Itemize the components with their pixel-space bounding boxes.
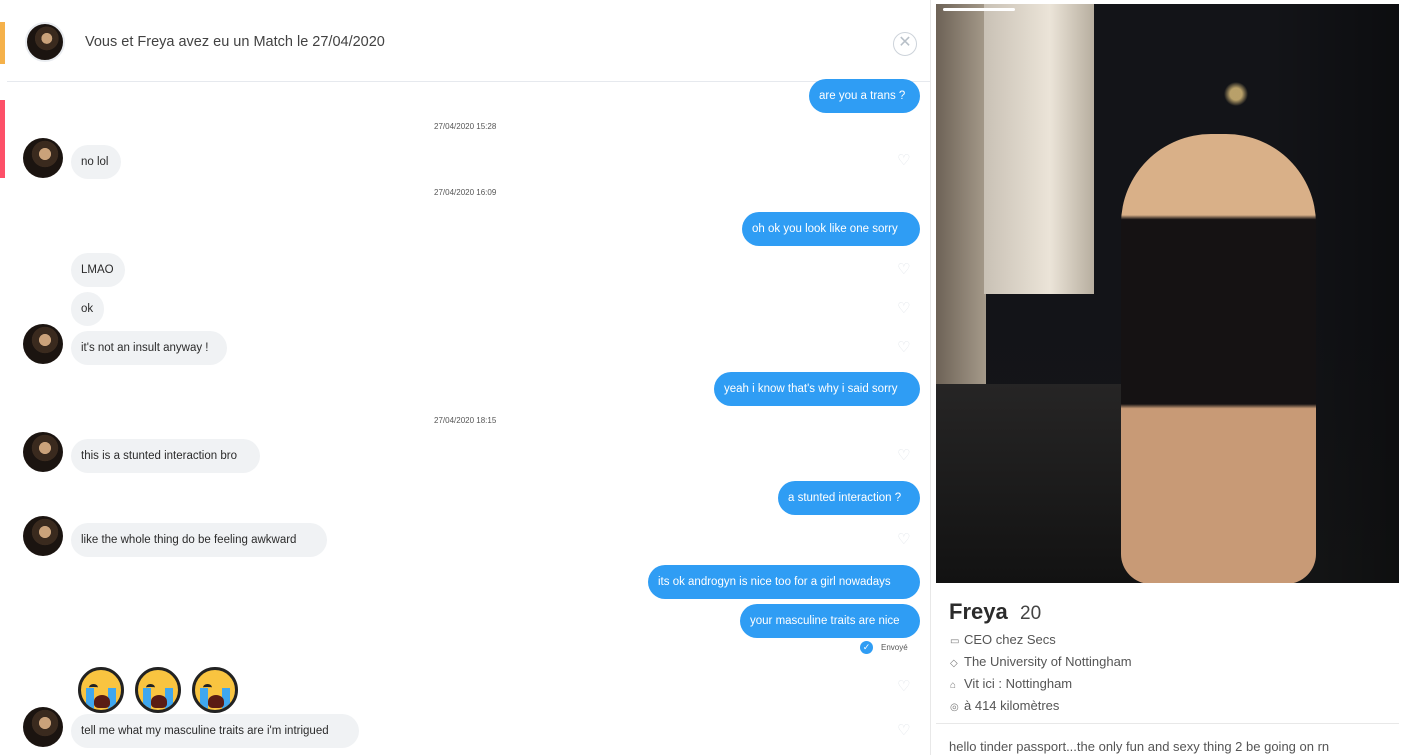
avatar[interactable] bbox=[23, 138, 63, 178]
crying-face-icon bbox=[192, 667, 238, 713]
message-outgoing: its ok androgyn is nice too for a girl n… bbox=[648, 565, 920, 599]
check-icon: ✓ bbox=[860, 641, 873, 654]
profile-age: 20 bbox=[1020, 603, 1042, 624]
location-pin-icon: ◎ bbox=[950, 702, 959, 713]
close-icon[interactable]: ✕ bbox=[893, 32, 917, 56]
like-heart-icon[interactable]: ♡ bbox=[897, 301, 913, 316]
like-heart-icon[interactable]: ♡ bbox=[897, 532, 913, 547]
home-icon: ⌂ bbox=[950, 680, 957, 691]
like-heart-icon[interactable]: ♡ bbox=[897, 340, 913, 355]
message-outgoing: oh ok you look like one sorry bbox=[742, 212, 920, 246]
message-incoming: it's not an insult anyway ! bbox=[71, 331, 227, 365]
chat-panel: Vous et Freya avez eu un Match le 27/04/… bbox=[0, 0, 930, 755]
like-heart-icon[interactable]: ♡ bbox=[897, 448, 913, 463]
message-outgoing: a stunted interaction ? bbox=[778, 481, 920, 515]
accent-bar bbox=[0, 22, 5, 64]
avatar[interactable] bbox=[23, 516, 63, 556]
chat-header: Vous et Freya avez eu un Match le 27/04/… bbox=[7, 0, 930, 82]
briefcase-icon: ▭ bbox=[950, 636, 960, 647]
message-outgoing: yeah i know that's why i said sorry bbox=[714, 372, 920, 406]
graduation-cap-icon: ◇ bbox=[950, 658, 958, 669]
profile-job: ▭ CEO chez Secs bbox=[950, 632, 1056, 647]
timestamp: 27/04/2020 15:28 bbox=[434, 122, 497, 131]
timestamp: 27/04/2020 16:09 bbox=[434, 188, 497, 197]
match-avatar[interactable] bbox=[25, 22, 65, 62]
avatar[interactable] bbox=[23, 324, 63, 364]
profile-panel: Freya 20 ▭ CEO chez Secs ◇ The University … bbox=[936, 4, 1399, 755]
accent-bar-red bbox=[0, 100, 5, 178]
message-outgoing: your masculine traits are nice bbox=[740, 604, 920, 638]
timestamp: 27/04/2020 18:15 bbox=[434, 416, 497, 425]
profile-bio: hello tinder passport...the only fun and… bbox=[949, 739, 1330, 754]
sent-status: ✓ Envoyé bbox=[860, 641, 908, 655]
like-heart-icon[interactable]: ♡ bbox=[897, 262, 913, 277]
like-heart-icon[interactable]: ♡ bbox=[897, 153, 913, 168]
message-incoming: like the whole thing do be feeling awkwa… bbox=[71, 523, 327, 557]
crying-face-icon bbox=[78, 667, 124, 713]
message-incoming: no lol bbox=[71, 145, 121, 179]
message-incoming: LMAO bbox=[71, 253, 125, 287]
avatar[interactable] bbox=[23, 707, 63, 747]
like-heart-icon[interactable]: ♡ bbox=[897, 679, 913, 694]
avatar[interactable] bbox=[23, 432, 63, 472]
profile-distance: ◎ à 414 kilomètres bbox=[950, 698, 1060, 713]
like-heart-icon[interactable]: ♡ bbox=[897, 723, 913, 738]
crying-face-icon bbox=[135, 667, 181, 713]
panel-divider bbox=[930, 0, 931, 755]
match-title: Vous et Freya avez eu un Match le 27/04/… bbox=[85, 34, 385, 50]
profile-location: ⌂ Vit ici : Nottingham bbox=[950, 676, 1073, 691]
message-incoming: ok bbox=[71, 292, 104, 326]
profile-name: Freya bbox=[949, 599, 1008, 624]
message-incoming: this is a stunted interaction bro bbox=[71, 439, 260, 473]
profile-photo[interactable] bbox=[936, 4, 1399, 583]
message-outgoing: are you a trans ? bbox=[809, 79, 920, 113]
profile-school: ◇ The University of Nottingham bbox=[950, 654, 1132, 669]
photo-progress-bar bbox=[943, 8, 1015, 11]
message-incoming: tell me what my masculine traits are i'm… bbox=[71, 714, 359, 748]
divider bbox=[936, 723, 1399, 724]
